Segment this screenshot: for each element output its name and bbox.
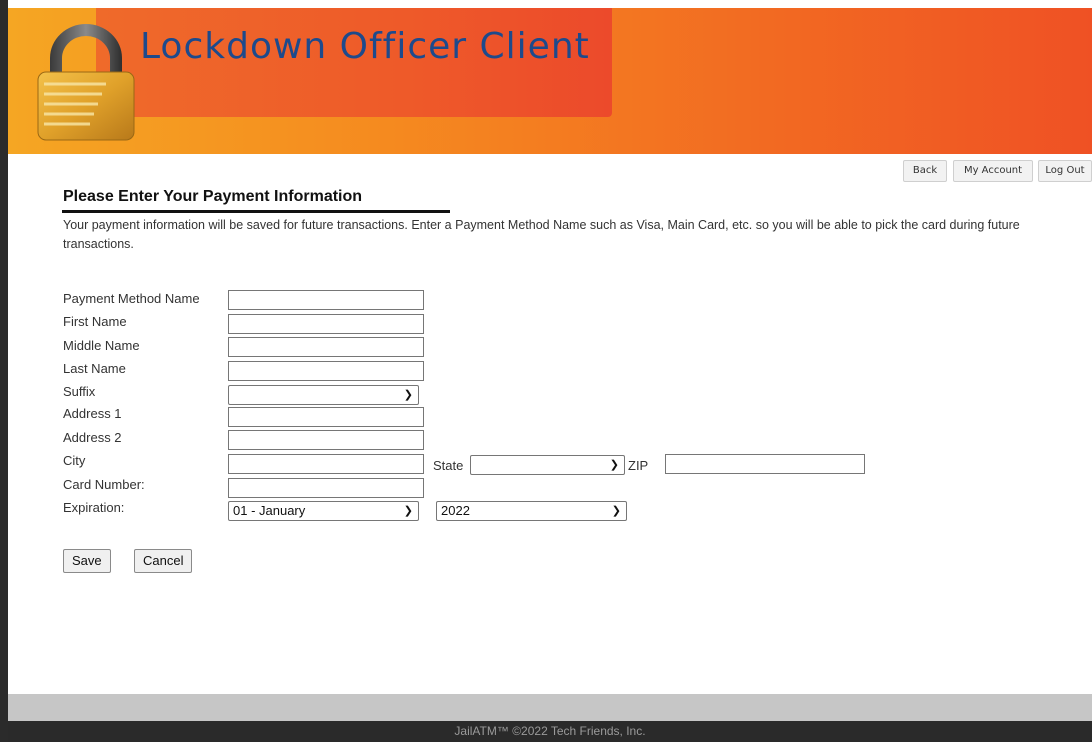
last-name-input[interactable] bbox=[228, 361, 424, 381]
payment-method-name-input[interactable] bbox=[228, 290, 424, 310]
expiration-year-select[interactable]: 2022 ❯ bbox=[436, 501, 627, 521]
intro-text: Your payment information will be saved f… bbox=[63, 218, 1020, 251]
address2-label: Address 2 bbox=[63, 430, 122, 445]
app-title: Lockdown Officer Client bbox=[140, 26, 590, 67]
middle-name-label: Middle Name bbox=[63, 338, 140, 353]
address1-input[interactable] bbox=[228, 407, 424, 427]
window-edge bbox=[0, 0, 8, 742]
card-number-label: Card Number: bbox=[63, 477, 145, 492]
middle-name-input[interactable] bbox=[228, 337, 424, 357]
save-button[interactable]: Save bbox=[63, 549, 111, 573]
footer-copyright: JailATM™ ©2022 Tech Friends, Inc. bbox=[454, 724, 646, 738]
expiration-month-value: 01 - January bbox=[233, 503, 306, 518]
page-title: Please Enter Your Payment Information bbox=[63, 188, 363, 205]
address2-input[interactable] bbox=[228, 430, 424, 450]
suffix-label: Suffix bbox=[63, 384, 96, 399]
payment-method-name-label: Payment Method Name bbox=[63, 291, 200, 306]
state-select[interactable]: ❯ bbox=[470, 455, 625, 475]
city-input[interactable] bbox=[228, 454, 424, 474]
chevron-down-icon: ❯ bbox=[403, 389, 413, 401]
address1-label: Address 1 bbox=[63, 406, 122, 421]
chevron-down-icon: ❯ bbox=[403, 505, 413, 517]
expiration-month-select[interactable]: 01 - January ❯ bbox=[228, 501, 419, 521]
state-label: State bbox=[433, 458, 464, 473]
first-name-input[interactable] bbox=[228, 314, 424, 334]
chevron-down-icon: ❯ bbox=[609, 459, 619, 471]
my-account-button[interactable]: My Account bbox=[953, 160, 1033, 182]
suffix-select[interactable]: ❯ bbox=[228, 385, 419, 405]
padlock-icon bbox=[37, 24, 135, 141]
zip-input[interactable] bbox=[665, 454, 865, 474]
first-name-label: First Name bbox=[63, 314, 127, 329]
footer-band bbox=[8, 694, 1092, 721]
log-out-button[interactable]: Log Out bbox=[1038, 160, 1092, 182]
zip-label: ZIP bbox=[628, 458, 649, 473]
back-button[interactable]: Back bbox=[903, 160, 947, 182]
chevron-down-icon: ❯ bbox=[611, 505, 621, 517]
cancel-button[interactable]: Cancel bbox=[134, 549, 193, 573]
card-number-input[interactable] bbox=[228, 478, 424, 498]
title-underline bbox=[62, 210, 450, 213]
last-name-label: Last Name bbox=[63, 361, 126, 376]
city-label: City bbox=[63, 453, 86, 468]
header-banner: Lockdown Officer Client bbox=[8, 8, 1092, 154]
footer: JailATM™ ©2022 Tech Friends, Inc. bbox=[8, 721, 1092, 742]
expiration-year-value: 2022 bbox=[441, 503, 470, 518]
expiration-label: Expiration: bbox=[63, 500, 125, 515]
